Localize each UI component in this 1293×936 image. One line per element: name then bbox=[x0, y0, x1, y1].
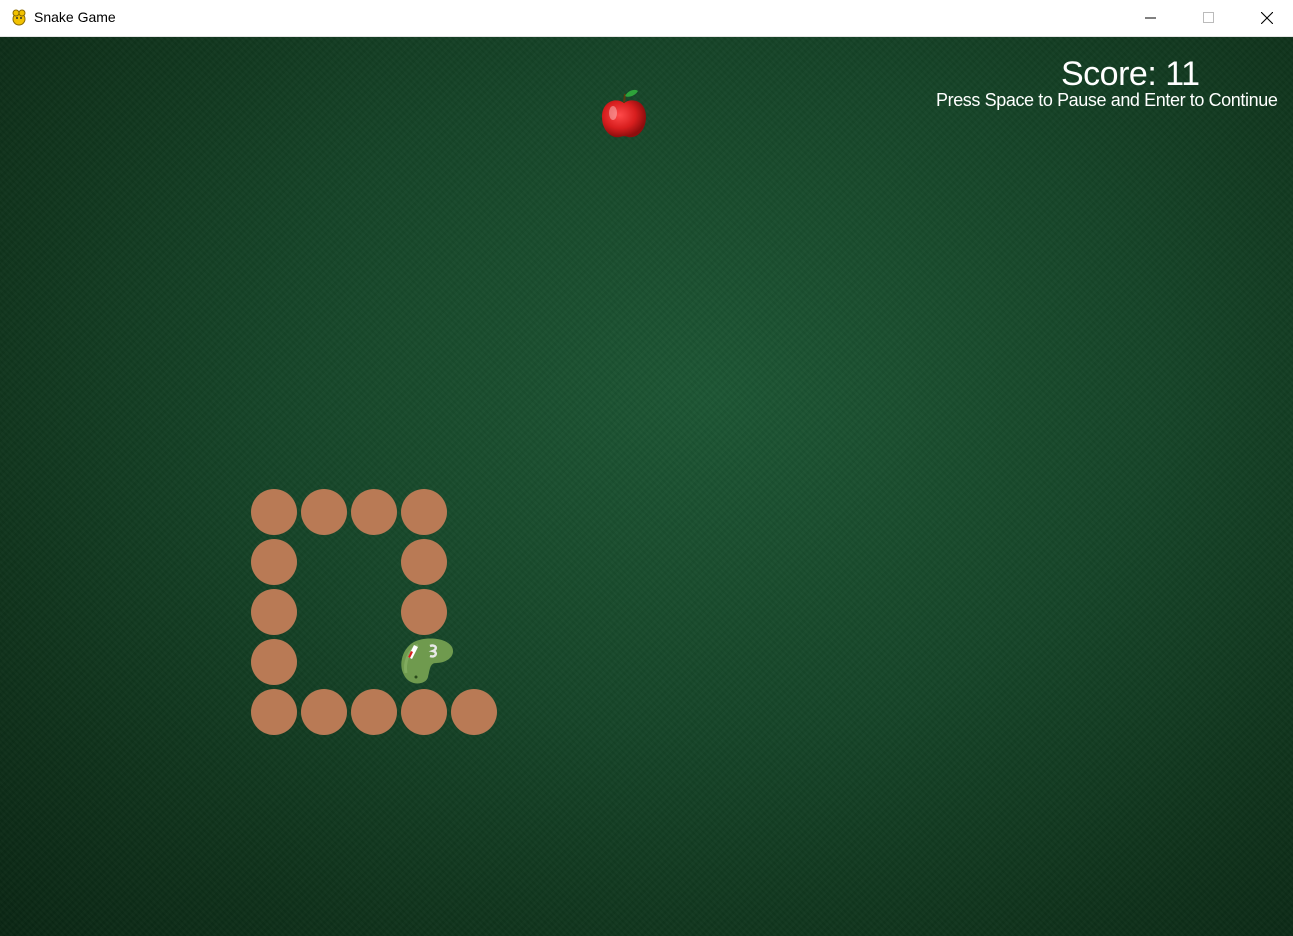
snake-body-segment bbox=[251, 489, 297, 535]
snake-body-segment bbox=[351, 489, 397, 535]
maximize-icon bbox=[1203, 12, 1214, 23]
score-label: Score: 11 bbox=[1061, 55, 1200, 93]
snake-body-segment bbox=[451, 689, 497, 735]
maximize-button[interactable] bbox=[1180, 0, 1238, 36]
snake-body-segment bbox=[401, 689, 447, 735]
snake-body-segment bbox=[251, 689, 297, 735]
snake-body-segment bbox=[401, 589, 447, 635]
pygame-snake-icon bbox=[12, 9, 26, 26]
close-icon bbox=[1261, 12, 1273, 24]
snake-body-segment bbox=[301, 689, 347, 735]
minimize-button[interactable] bbox=[1122, 0, 1180, 36]
background-texture bbox=[0, 37, 1293, 936]
window-title: Snake Game bbox=[34, 9, 116, 25]
snake-body-segment bbox=[401, 539, 447, 585]
snake-body-segment bbox=[251, 639, 297, 685]
close-button[interactable] bbox=[1238, 0, 1293, 36]
snake-body-segment bbox=[251, 539, 297, 585]
snake-body-segment bbox=[351, 689, 397, 735]
game-canvas[interactable]: Score: 11 Press Space to Pause and Enter… bbox=[0, 37, 1293, 936]
title-bar: Snake Game bbox=[0, 0, 1293, 37]
controls-hint: Press Space to Pause and Enter to Contin… bbox=[936, 90, 1278, 110]
apple-food bbox=[602, 89, 646, 138]
snake-body-segment bbox=[401, 489, 447, 535]
snake-body-segment bbox=[251, 589, 297, 635]
minimize-icon bbox=[1145, 17, 1156, 19]
snake-body-segment bbox=[301, 489, 347, 535]
snake-head bbox=[401, 638, 454, 684]
